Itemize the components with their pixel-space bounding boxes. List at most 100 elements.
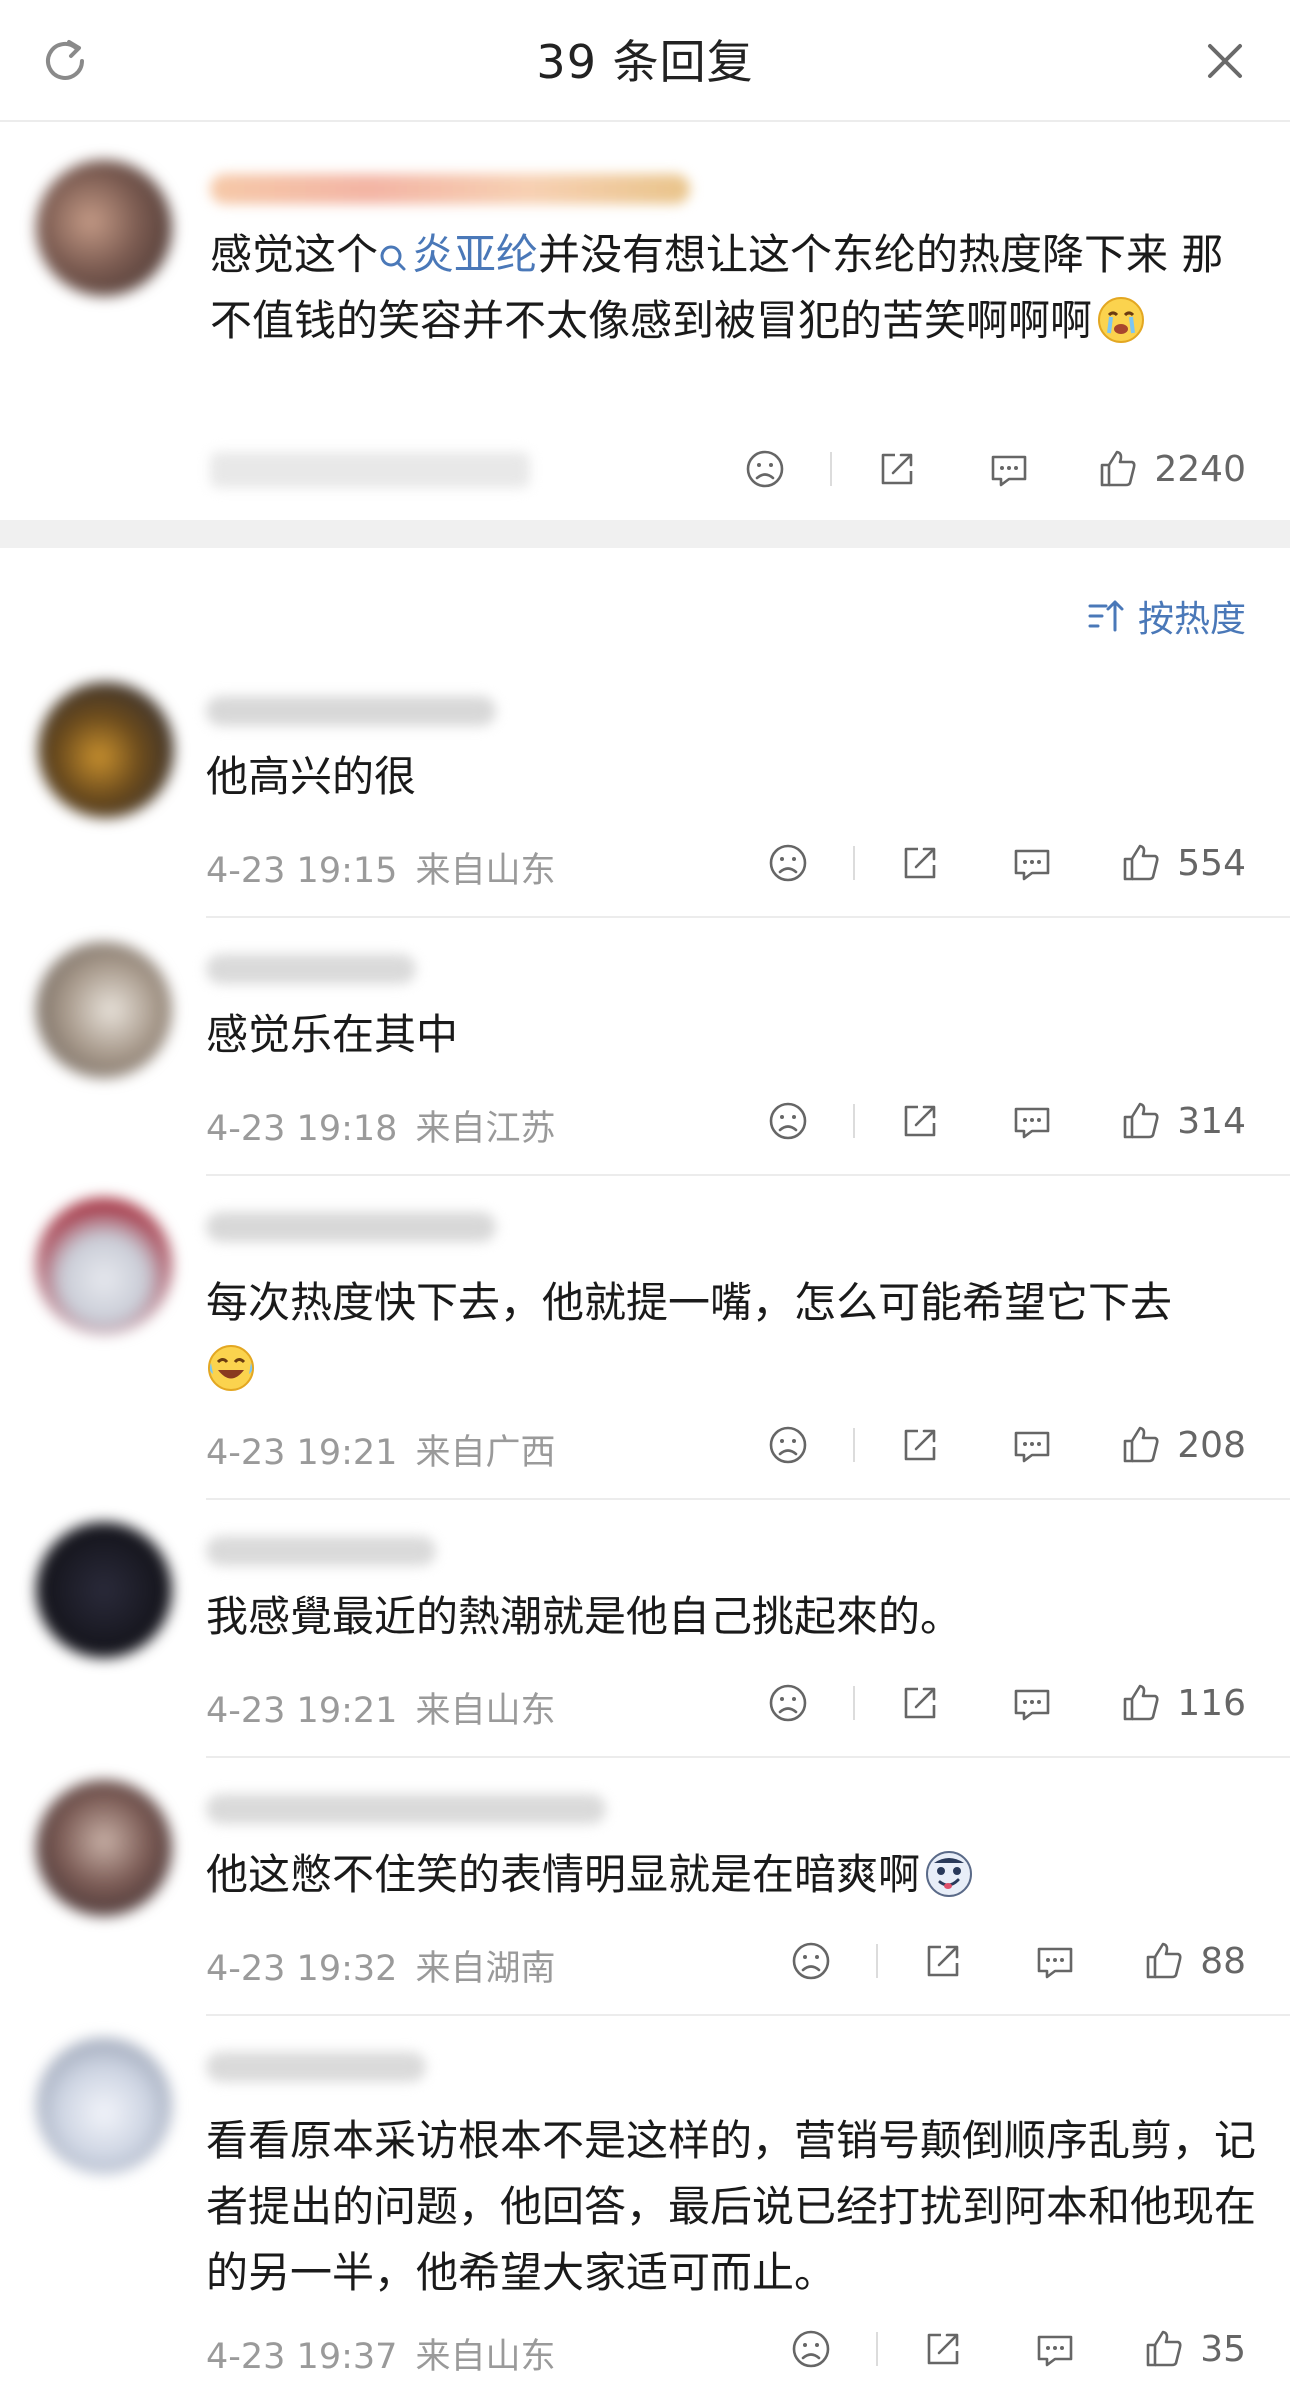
avatar[interactable]: [36, 160, 172, 296]
username-blurred[interactable]: [206, 1212, 496, 1242]
avatar[interactable]: [36, 1522, 172, 1658]
thumbs-up-icon: [1146, 2330, 1182, 2367]
avatar[interactable]: [38, 682, 174, 818]
share-button[interactable]: [872, 444, 922, 494]
share-icon: [927, 1945, 959, 1977]
comment-icon: [1037, 1947, 1073, 1979]
share-icon: [882, 453, 913, 485]
smirk-emoji: [926, 1851, 973, 1897]
reply-meta: 4-23 19:32 来自湖南: [206, 1940, 555, 1991]
reply-item: 看看原本采访根本不是这样的，营销号颠倒顺序乱剪，记者提出的问题，他回答，最后说已…: [0, 2016, 1290, 2397]
divider: [853, 1686, 856, 1720]
topic-link[interactable]: 炎亚纶: [378, 230, 538, 279]
like-button[interactable]: 208: [1119, 1423, 1246, 1467]
main-comment: 感觉这个 炎亚纶并没有想让这个东纶的热度降下来 那不值钱的笑容并不太像感到被冒犯的…: [0, 122, 1290, 516]
dislike-button[interactable]: [763, 838, 813, 888]
username-blurred[interactable]: [206, 1794, 606, 1824]
reply-location: 来自山东: [415, 851, 556, 891]
dislike-button[interactable]: [763, 1678, 813, 1728]
reply-date: 4-23 19:37: [206, 2337, 398, 2377]
thumbs-up-icon: [1123, 844, 1159, 881]
reply-location: 来自湖南: [415, 1949, 556, 1989]
reply-location: 来自山东: [415, 2337, 556, 2377]
like-count: 2240: [1154, 448, 1246, 490]
section-divider: [0, 520, 1290, 548]
like-button[interactable]: 88: [1142, 1939, 1246, 1983]
share-button[interactable]: [895, 1096, 945, 1146]
reply-actions: 88: [786, 1936, 1246, 1986]
like-button[interactable]: 314: [1119, 1099, 1246, 1143]
reply-button[interactable]: [1007, 1678, 1057, 1728]
reply-text: 我感覺最近的熱潮就是他自己挑起來的。: [206, 1592, 963, 1641]
comment-text: 感觉这个 炎亚纶并没有想让这个东纶的热度降下来 那不值钱的笑容并不太像感到被冒犯的…: [210, 230, 1224, 345]
crying-emoji: [1098, 297, 1145, 343]
comment-icon: [1014, 849, 1050, 881]
reply-meta: 4-23 19:18 来自江苏: [206, 1100, 555, 1151]
thumbs-up-icon: [1123, 1426, 1159, 1463]
comment-icon: [1037, 2335, 1073, 2367]
username-blurred[interactable]: [206, 1536, 436, 1566]
username-blurred[interactable]: [206, 954, 416, 984]
reply-date: 4-23 19:18: [206, 1109, 398, 1149]
reply-item: 我感覺最近的熱潮就是他自己挑起來的。 4-23 19:21 来自山东 116: [0, 1500, 1290, 1758]
like-count: 314: [1177, 1100, 1246, 1142]
reply-text: 每次热度快下去，他就提一嘴，怎么可能希望它下去: [206, 1270, 1266, 1402]
like-button[interactable]: 35: [1142, 2327, 1246, 2371]
username-blurred[interactable]: [210, 174, 690, 204]
frown-icon: [792, 2330, 830, 2368]
frown-icon: [792, 1942, 830, 1980]
reply-text: 看看原本采访根本不是这样的，营销号颠倒顺序乱剪，记者提出的问题，他回答，最后说已…: [206, 2116, 1257, 2297]
avatar[interactable]: [36, 1780, 172, 1916]
like-button[interactable]: 2240: [1096, 447, 1246, 491]
thumbs-up-icon: [1146, 1942, 1182, 1979]
reply-button[interactable]: [1030, 2324, 1080, 2374]
reply-date: 4-23 19:21: [206, 1691, 398, 1731]
dislike-button[interactable]: [786, 1936, 836, 1986]
like-button[interactable]: 554: [1119, 841, 1246, 885]
reply-text: 他高兴的很: [206, 752, 417, 801]
dislike-button[interactable]: [763, 1096, 813, 1146]
thumbs-up-icon: [1101, 450, 1136, 487]
sort-button[interactable]: 按热度: [1086, 590, 1246, 642]
comment-meta-blurred: [210, 452, 530, 488]
avatar[interactable]: [36, 942, 172, 1078]
share-button[interactable]: [895, 1678, 945, 1728]
reply-actions: 208: [763, 1420, 1246, 1470]
dislike-button[interactable]: [786, 2324, 836, 2374]
divider: [853, 1428, 856, 1462]
reply-item: 感觉乐在其中 4-23 19:18 来自江苏 314: [0, 918, 1290, 1176]
frown-icon: [769, 844, 807, 882]
reply-item: 每次热度快下去，他就提一嘴，怎么可能希望它下去 4-23 19:21 来自广西 2…: [0, 1176, 1290, 1500]
reply-button[interactable]: [1030, 1936, 1080, 1986]
comment-actions: 2240: [740, 444, 1246, 494]
avatar[interactable]: [36, 1198, 172, 1334]
like-count: 116: [1177, 1682, 1246, 1724]
share-button[interactable]: [895, 838, 945, 888]
avatar[interactable]: [36, 2038, 172, 2174]
reply-location: 来自江苏: [415, 1109, 556, 1149]
share-button[interactable]: [918, 1936, 968, 1986]
reply-button[interactable]: [1007, 1096, 1057, 1146]
reply-location: 来自广西: [415, 1433, 556, 1473]
dislike-button[interactable]: [763, 1420, 813, 1470]
dislike-button[interactable]: [740, 444, 790, 494]
reply-meta: 4-23 19:15 来自山东: [206, 842, 555, 893]
share-icon: [904, 847, 936, 879]
close-icon[interactable]: [1198, 34, 1252, 88]
reply-date: 4-23 19:15: [206, 851, 398, 891]
reply-button[interactable]: [984, 444, 1034, 494]
like-button[interactable]: 116: [1119, 1681, 1246, 1725]
reply-button[interactable]: [1007, 1420, 1057, 1470]
reply-text: 感觉乐在其中: [206, 1010, 459, 1059]
username-blurred[interactable]: [206, 696, 496, 726]
reply-actions: 116: [763, 1678, 1246, 1728]
reply-location: 来自山东: [415, 1691, 556, 1731]
share-button[interactable]: [918, 2324, 968, 2374]
share-button[interactable]: [895, 1420, 945, 1470]
reply-actions: 554: [763, 838, 1246, 888]
share-icon: [904, 1105, 936, 1137]
divider: [876, 1944, 879, 1978]
reply-button[interactable]: [1007, 838, 1057, 888]
username-blurred[interactable]: [206, 2052, 426, 2082]
thumbs-up-icon: [1123, 1684, 1159, 1721]
